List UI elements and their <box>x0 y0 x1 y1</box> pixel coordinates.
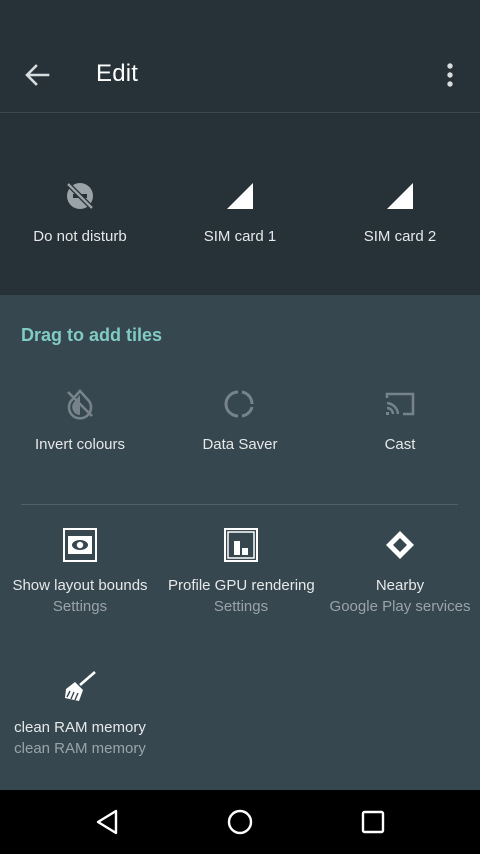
arrow-back-icon <box>25 64 50 86</box>
nearby-icon <box>380 525 420 565</box>
page-title: Edit <box>96 60 139 87</box>
drag-to-add-header: Drag to add tiles <box>21 325 163 345</box>
tile-profile-gpu-rendering[interactable]: Profile GPU rendering Settings <box>168 525 314 615</box>
nav-home-icon <box>227 809 253 835</box>
tile-cast[interactable]: Cast <box>320 384 480 453</box>
tile-sim-card-1[interactable]: SIM card 1 <box>160 176 320 245</box>
tile-label: Show layout bounds <box>12 577 148 594</box>
tile-do-not-disturb[interactable]: Do not disturb <box>0 176 160 245</box>
tile-label: Profile GPU rendering <box>168 577 314 594</box>
tile-app-name: clean RAM memory <box>14 740 146 757</box>
tile-sim-card-2[interactable]: SIM card 2 <box>320 176 480 245</box>
back-button[interactable] <box>14 52 60 98</box>
tile-label: SIM card 1 <box>203 228 277 245</box>
tile-label: Data Saver <box>202 436 278 453</box>
nav-recents-icon <box>361 810 385 834</box>
more-options-button[interactable] <box>432 54 468 96</box>
nav-recents-button[interactable] <box>333 790 413 854</box>
tile-nearby[interactable]: Nearby Google Play services <box>327 525 473 615</box>
cast-icon <box>380 384 420 424</box>
tile-label: Invert colours <box>34 436 126 453</box>
more-vert-icon <box>447 63 453 87</box>
tile-app-name: Settings <box>213 598 269 615</box>
tile-label: Nearby <box>375 577 425 594</box>
invert-colors-off-icon <box>60 384 100 424</box>
tile-label: Do not disturb <box>33 228 127 245</box>
do-not-disturb-off-icon <box>60 176 100 216</box>
gpu-profile-icon <box>221 525 261 565</box>
tile-data-saver[interactable]: Data Saver <box>160 384 320 453</box>
data-saver-icon <box>220 384 260 424</box>
tile-invert-colours[interactable]: Invert colours <box>0 384 160 453</box>
signal-cellular-icon <box>220 176 260 216</box>
tile-app-name: Google Play services <box>329 598 471 615</box>
nav-home-button[interactable] <box>200 790 280 854</box>
tile-label: Cast <box>384 436 416 453</box>
signal-cellular-icon <box>380 176 420 216</box>
layout-bounds-icon <box>60 525 100 565</box>
tile-show-layout-bounds[interactable]: Show layout bounds Settings <box>0 525 160 615</box>
tile-label: clean RAM memory <box>14 719 146 736</box>
nav-back-icon <box>96 809 118 835</box>
navigation-bar <box>0 790 480 854</box>
broom-icon <box>60 667 100 707</box>
tile-app-name: Settings <box>52 598 108 615</box>
tile-clean-ram-memory[interactable]: clean RAM memory clean RAM memory <box>0 667 160 757</box>
tile-label: SIM card 2 <box>363 228 437 245</box>
app-bar: Edit <box>0 0 480 112</box>
section-divider <box>21 504 458 505</box>
nav-back-button[interactable] <box>67 790 147 854</box>
